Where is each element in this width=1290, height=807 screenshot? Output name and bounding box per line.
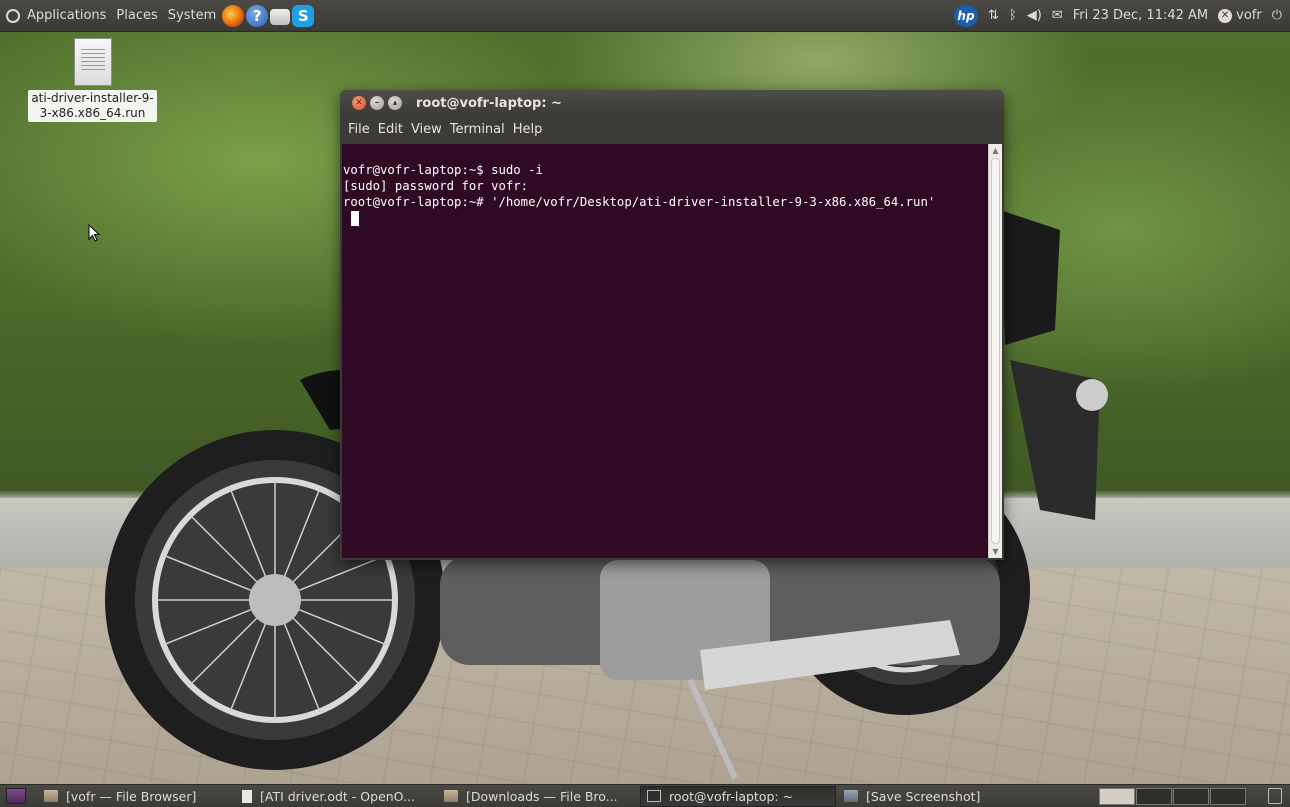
trash-icon[interactable] [1268,788,1282,804]
close-button[interactable]: ✕ [352,96,366,110]
workspace-4[interactable] [1210,787,1246,805]
user-status-icon: ✕ [1218,8,1233,23]
user-menu[interactable]: ✕ vofr [1218,8,1262,23]
terminal-scrollbar[interactable]: ▲ ▼ [988,144,1002,558]
volume-icon[interactable]: ◀) [1027,8,1042,23]
show-desktop-button[interactable] [6,788,26,804]
minimize-button[interactable]: – [370,96,384,110]
desktop-file-label-line2: 3-x86.x86_64.run [39,106,146,120]
bottom-panel: [vofr — File Browser] [ATI driver.odt - … [0,784,1290,807]
terminal-icon [647,790,661,802]
system-tray: hp ⇅ ᛒ ◀) ✉ Fri 23 Dec, 11:42 AM ✕ vofr … [954,4,1290,27]
workspace-1[interactable] [1099,787,1135,805]
taskbar-item-downloads[interactable]: [Downloads — File Bro... [438,786,638,807]
desktop-file-icon[interactable]: ati-driver-installer-9- 3-x86.x86_64.run [20,38,165,122]
folder-icon [44,790,58,802]
terminal-line: [sudo] password for vofr: [343,179,529,193]
workspace-switcher[interactable] [1098,787,1246,805]
main-menu: Applications Places System ? S [0,1,315,31]
terminal-line: root@vofr-laptop:~# '/home/vofr/Desktop/… [343,195,936,209]
taskbar-item-label: [Save Screenshot] [866,788,981,804]
menu-edit[interactable]: Edit [374,122,407,137]
taskbar-item-label: [Downloads — File Bro... [466,788,618,804]
desktop-file-label: ati-driver-installer-9- 3-x86.x86_64.run [28,90,157,122]
text-cursor [351,211,359,226]
scroll-down-arrow-icon[interactable]: ▼ [989,545,1002,558]
taskbar-item-label: root@vofr-laptop: ~ [669,788,794,804]
clock[interactable]: Fri 23 Dec, 11:42 AM [1073,8,1208,23]
menu-terminal[interactable]: Terminal [446,122,509,137]
bluetooth-icon[interactable]: ᛒ [1009,8,1017,23]
screenshot-icon [844,790,858,802]
terminal-menubar: File Edit View Terminal Help [340,116,1004,142]
window-title: root@vofr-laptop: ~ [416,95,562,111]
mouse-pointer-icon [88,224,101,242]
ubuntu-logo-icon [6,8,20,23]
scroll-up-arrow-icon[interactable]: ▲ [989,144,1002,157]
scrollbar-thumb[interactable] [991,158,1000,544]
skype-icon[interactable]: S [292,4,315,27]
maximize-button[interactable]: ▴ [388,96,402,110]
folder-icon [444,790,458,802]
system-menu[interactable]: System [163,1,221,31]
terminal-line: vofr@vofr-laptop:~$ sudo -i [343,163,543,177]
taskbar-item-label: [ATI driver.odt - OpenO... [260,788,415,804]
taskbar-item-label: [vofr — File Browser] [66,788,197,804]
user-name: vofr [1236,8,1262,23]
firefox-icon[interactable] [222,4,245,27]
desktop-file-label-line1: ati-driver-installer-9- [31,91,154,105]
terminal-output[interactable]: vofr@vofr-laptop:~$ sudo -i [sudo] passwo… [342,144,988,558]
terminal-window[interactable]: ✕ – ▴ root@vofr-laptop: ~ File Edit View… [340,90,1004,560]
hp-icon[interactable]: hp [954,4,978,27]
mail-indicator-icon[interactable]: ✉ [1052,8,1063,23]
taskbar-item-terminal[interactable]: root@vofr-laptop: ~ [640,785,836,807]
file-icon [73,38,112,86]
places-menu[interactable]: Places [111,1,162,31]
menu-help[interactable]: Help [509,122,547,137]
taskbar-item-file-browser[interactable]: [vofr — File Browser] [38,786,234,807]
workspace-3[interactable] [1173,787,1209,805]
top-panel: Applications Places System ? S hp ⇅ ᛒ ◀)… [0,0,1290,32]
document-icon [242,789,252,803]
menu-file[interactable]: File [344,122,374,137]
mail-icon[interactable] [270,9,291,25]
terminal-cursor-line [343,210,988,226]
power-icon[interactable]: ⏻ [1272,8,1282,23]
workspace-2[interactable] [1136,787,1172,805]
menu-view[interactable]: View [407,122,446,137]
terminal-titlebar[interactable]: ✕ – ▴ root@vofr-laptop: ~ [340,90,1004,116]
help-icon[interactable]: ? [246,4,269,27]
taskbar-item-save-screenshot[interactable]: [Save Screenshot] [838,786,1034,807]
network-icon[interactable]: ⇅ [988,8,999,23]
taskbar-item-openoffice[interactable]: [ATI driver.odt - OpenO... [236,786,436,807]
applications-menu[interactable]: Applications [22,1,111,31]
